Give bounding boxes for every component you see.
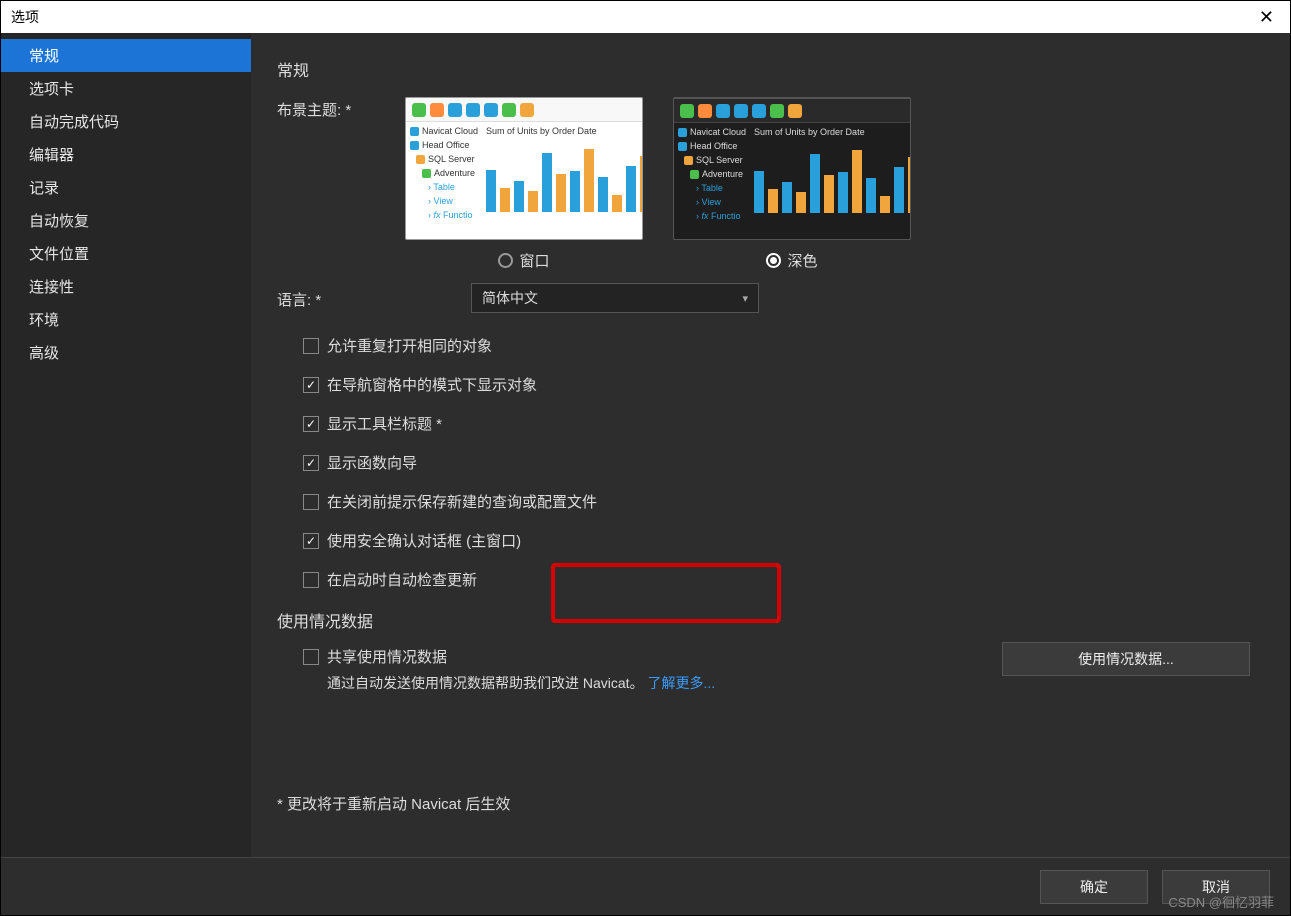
usage-data-button[interactable]: 使用情况数据... <box>1002 642 1250 676</box>
toolbar-icon <box>484 103 498 117</box>
checkbox[interactable] <box>303 572 319 588</box>
toolbar-icon <box>412 103 426 117</box>
checkbox[interactable] <box>303 377 319 393</box>
sidebar-item-general[interactable]: 常规 <box>1 39 251 72</box>
preview-bars <box>486 142 643 212</box>
toolbar-icon <box>734 104 748 118</box>
language-row: 语言: * 简体中文 ▾ <box>277 283 1270 313</box>
check-toolbar-title[interactable]: 显示工具栏标题 * <box>303 413 1270 434</box>
annotation-highlight <box>551 563 781 623</box>
sidebar-item-filelocation[interactable]: 文件位置 <box>1 237 251 270</box>
toolbar-icon <box>502 103 516 117</box>
footer: 确定 取消 <box>1 857 1290 915</box>
chevron-down-icon: ▾ <box>742 292 748 305</box>
title-bar: 选项 ✕ <box>1 1 1290 33</box>
check-function-wizard[interactable]: 显示函数向导 <box>303 452 1270 473</box>
toolbar-icon <box>788 104 802 118</box>
section-title: 常规 <box>277 57 1270 81</box>
sidebar-item-environment[interactable]: 环境 <box>1 303 251 336</box>
body: 常规 选项卡 自动完成代码 编辑器 记录 自动恢复 文件位置 连接性 环境 高级… <box>1 33 1290 857</box>
sidebar-item-advanced[interactable]: 高级 <box>1 336 251 369</box>
check-save-prompt[interactable]: 在关闭前提示保存新建的查询或配置文件 <box>303 491 1270 512</box>
watermark: CSDN @徊忆羽菲 <box>1168 892 1274 911</box>
check-safe-confirm[interactable]: 使用安全确认对话框 (主窗口) <box>303 530 1270 551</box>
content: 常规 布景主题: * <box>251 33 1290 857</box>
ok-button[interactable]: 确定 <box>1040 870 1148 904</box>
toolbar-icon <box>770 104 784 118</box>
toolbar-icon <box>520 103 534 117</box>
sidebar-item-tabs[interactable]: 选项卡 <box>1 72 251 105</box>
radio-light-label: 窗口 <box>519 250 549 271</box>
check-show-nav-objects[interactable]: 在导航窗格中的模式下显示对象 <box>303 374 1270 395</box>
sidebar: 常规 选项卡 自动完成代码 编辑器 记录 自动恢复 文件位置 连接性 环境 高级 <box>1 33 251 857</box>
sidebar-item-autorecover[interactable]: 自动恢复 <box>1 204 251 237</box>
theme-label: 布景主题: * <box>277 97 405 120</box>
checkbox[interactable] <box>303 416 319 432</box>
theme-preview-light: Navicat Cloud Head Office SQL Server Adv… <box>405 97 643 240</box>
language-label: 语言: * <box>277 287 405 310</box>
restart-note: * 更改将于重新启动 Navicat 后生效 <box>277 793 1270 814</box>
check-allow-reopen[interactable]: 允许重复打开相同的对象 <box>303 335 1270 356</box>
chart-title: Sum of Units by Order Date <box>486 126 643 136</box>
sidebar-item-connectivity[interactable]: 连接性 <box>1 270 251 303</box>
checkbox[interactable] <box>303 533 319 549</box>
sidebar-item-records[interactable]: 记录 <box>1 171 251 204</box>
toolbar-icon <box>680 104 694 118</box>
toolbar-icon <box>698 104 712 118</box>
language-value: 简体中文 <box>482 288 538 308</box>
language-select[interactable]: 简体中文 ▾ <box>471 283 759 313</box>
theme-option-light[interactable]: Navicat Cloud Head Office SQL Server Adv… <box>405 97 643 271</box>
preview-bars <box>754 143 911 213</box>
theme-row: 布景主题: * <box>277 97 1270 271</box>
toolbar-icon <box>752 104 766 118</box>
toolbar-icon <box>466 103 480 117</box>
close-icon[interactable]: ✕ <box>1253 7 1280 28</box>
checkbox[interactable] <box>303 455 319 471</box>
checkbox[interactable] <box>303 494 319 510</box>
chart-title: Sum of Units by Order Date <box>754 127 911 137</box>
checkbox[interactable] <box>303 649 319 665</box>
window-title: 选项 <box>11 7 39 27</box>
theme-option-dark[interactable]: Navicat Cloud Head Office SQL Server Adv… <box>673 97 911 271</box>
check-auto-update[interactable]: 在启动时自动检查更新 <box>303 569 1270 590</box>
toolbar-icon <box>716 104 730 118</box>
theme-preview-dark: Navicat Cloud Head Office SQL Server Adv… <box>673 97 911 240</box>
options-window: 选项 ✕ 常规 选项卡 自动完成代码 编辑器 记录 自动恢复 文件位置 连接性 … <box>0 0 1291 916</box>
radio-dark-label: 深色 <box>787 250 817 271</box>
sidebar-item-autocomplete[interactable]: 自动完成代码 <box>1 105 251 138</box>
toolbar-icon <box>430 103 444 117</box>
checkbox[interactable] <box>303 338 319 354</box>
radio-dark[interactable] <box>766 253 781 268</box>
toolbar-icon <box>448 103 462 117</box>
radio-light[interactable] <box>498 253 513 268</box>
learn-more-link[interactable]: 了解更多... <box>647 675 715 691</box>
sidebar-item-editor[interactable]: 编辑器 <box>1 138 251 171</box>
usage-description: 通过自动发送使用情况数据帮助我们改进 Navicat。 了解更多... <box>327 673 1270 693</box>
